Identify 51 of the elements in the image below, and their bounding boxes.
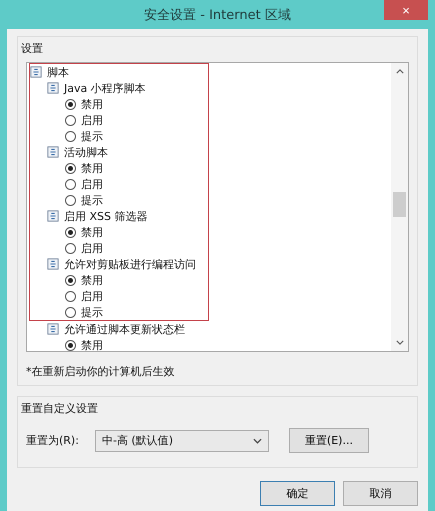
option-label: 启用 bbox=[81, 176, 103, 192]
radio-button[interactable] bbox=[65, 290, 76, 302]
tree-item[interactable]: Java 小程序脚本 bbox=[64, 80, 146, 96]
script-icon bbox=[47, 82, 59, 94]
radio-button[interactable] bbox=[65, 340, 76, 350]
radio-button[interactable] bbox=[65, 226, 76, 238]
group-title: 设置 bbox=[21, 41, 44, 56]
radio-button[interactable] bbox=[65, 130, 76, 142]
window-title: 安全设置 - Internet 区域 bbox=[144, 6, 291, 24]
tree-item[interactable]: 允许对剪贴板进行编程访问 bbox=[64, 256, 196, 272]
reset-label: 重置为(R): bbox=[26, 433, 79, 448]
scroll-up-icon[interactable] bbox=[396, 69, 404, 74]
option-label: 提示 bbox=[81, 128, 103, 144]
radio-button[interactable] bbox=[65, 178, 76, 190]
close-button[interactable]: × bbox=[384, 0, 428, 20]
option-label: 启用 bbox=[81, 288, 103, 304]
script-icon bbox=[47, 146, 59, 158]
script-icon bbox=[30, 66, 42, 78]
reset-button[interactable]: 重置(E)... bbox=[288, 428, 369, 453]
tree-item[interactable]: 启用 XSS 筛选器 bbox=[64, 208, 148, 224]
option-label: 禁用 bbox=[81, 272, 103, 288]
option-label: 禁用 bbox=[81, 224, 103, 240]
scrollbar[interactable] bbox=[391, 63, 408, 351]
option-label: 提示 bbox=[81, 192, 103, 208]
script-icon bbox=[47, 258, 59, 270]
scroll-thumb[interactable] bbox=[393, 192, 406, 217]
tree-item[interactable]: 允许通过脚本更新状态栏 bbox=[64, 322, 185, 336]
caret-icon bbox=[252, 438, 262, 444]
radio-button[interactable] bbox=[65, 194, 76, 206]
group-title: 重置自定义设置 bbox=[21, 401, 99, 416]
dialog-button[interactable]: 取消 bbox=[343, 481, 418, 506]
radio-button[interactable] bbox=[65, 162, 76, 174]
option-label: 禁用 bbox=[81, 160, 103, 176]
radio-button[interactable] bbox=[65, 242, 76, 254]
option-label: 禁用 bbox=[81, 338, 103, 351]
option-label: 禁用 bbox=[81, 96, 103, 112]
dialog-button[interactable]: 确定 bbox=[260, 481, 335, 506]
tree-item[interactable]: 活动脚本 bbox=[64, 144, 108, 160]
radio-button[interactable] bbox=[65, 98, 76, 110]
tree-item[interactable]: 脚本 bbox=[47, 64, 69, 80]
restart-note: *在重新启动你的计算机后生效 bbox=[26, 364, 176, 379]
option-label: 启用 bbox=[81, 112, 103, 128]
option-label: 启用 bbox=[81, 240, 103, 256]
script-icon bbox=[47, 323, 59, 335]
level-dropdown[interactable]: 中-高 (默认值) bbox=[94, 430, 269, 452]
radio-button[interactable] bbox=[65, 274, 76, 286]
script-icon bbox=[47, 210, 59, 222]
scroll-down-icon[interactable] bbox=[396, 340, 404, 345]
radio-button[interactable] bbox=[65, 306, 76, 318]
radio-button[interactable] bbox=[65, 114, 76, 126]
option-label: 提示 bbox=[81, 304, 103, 320]
